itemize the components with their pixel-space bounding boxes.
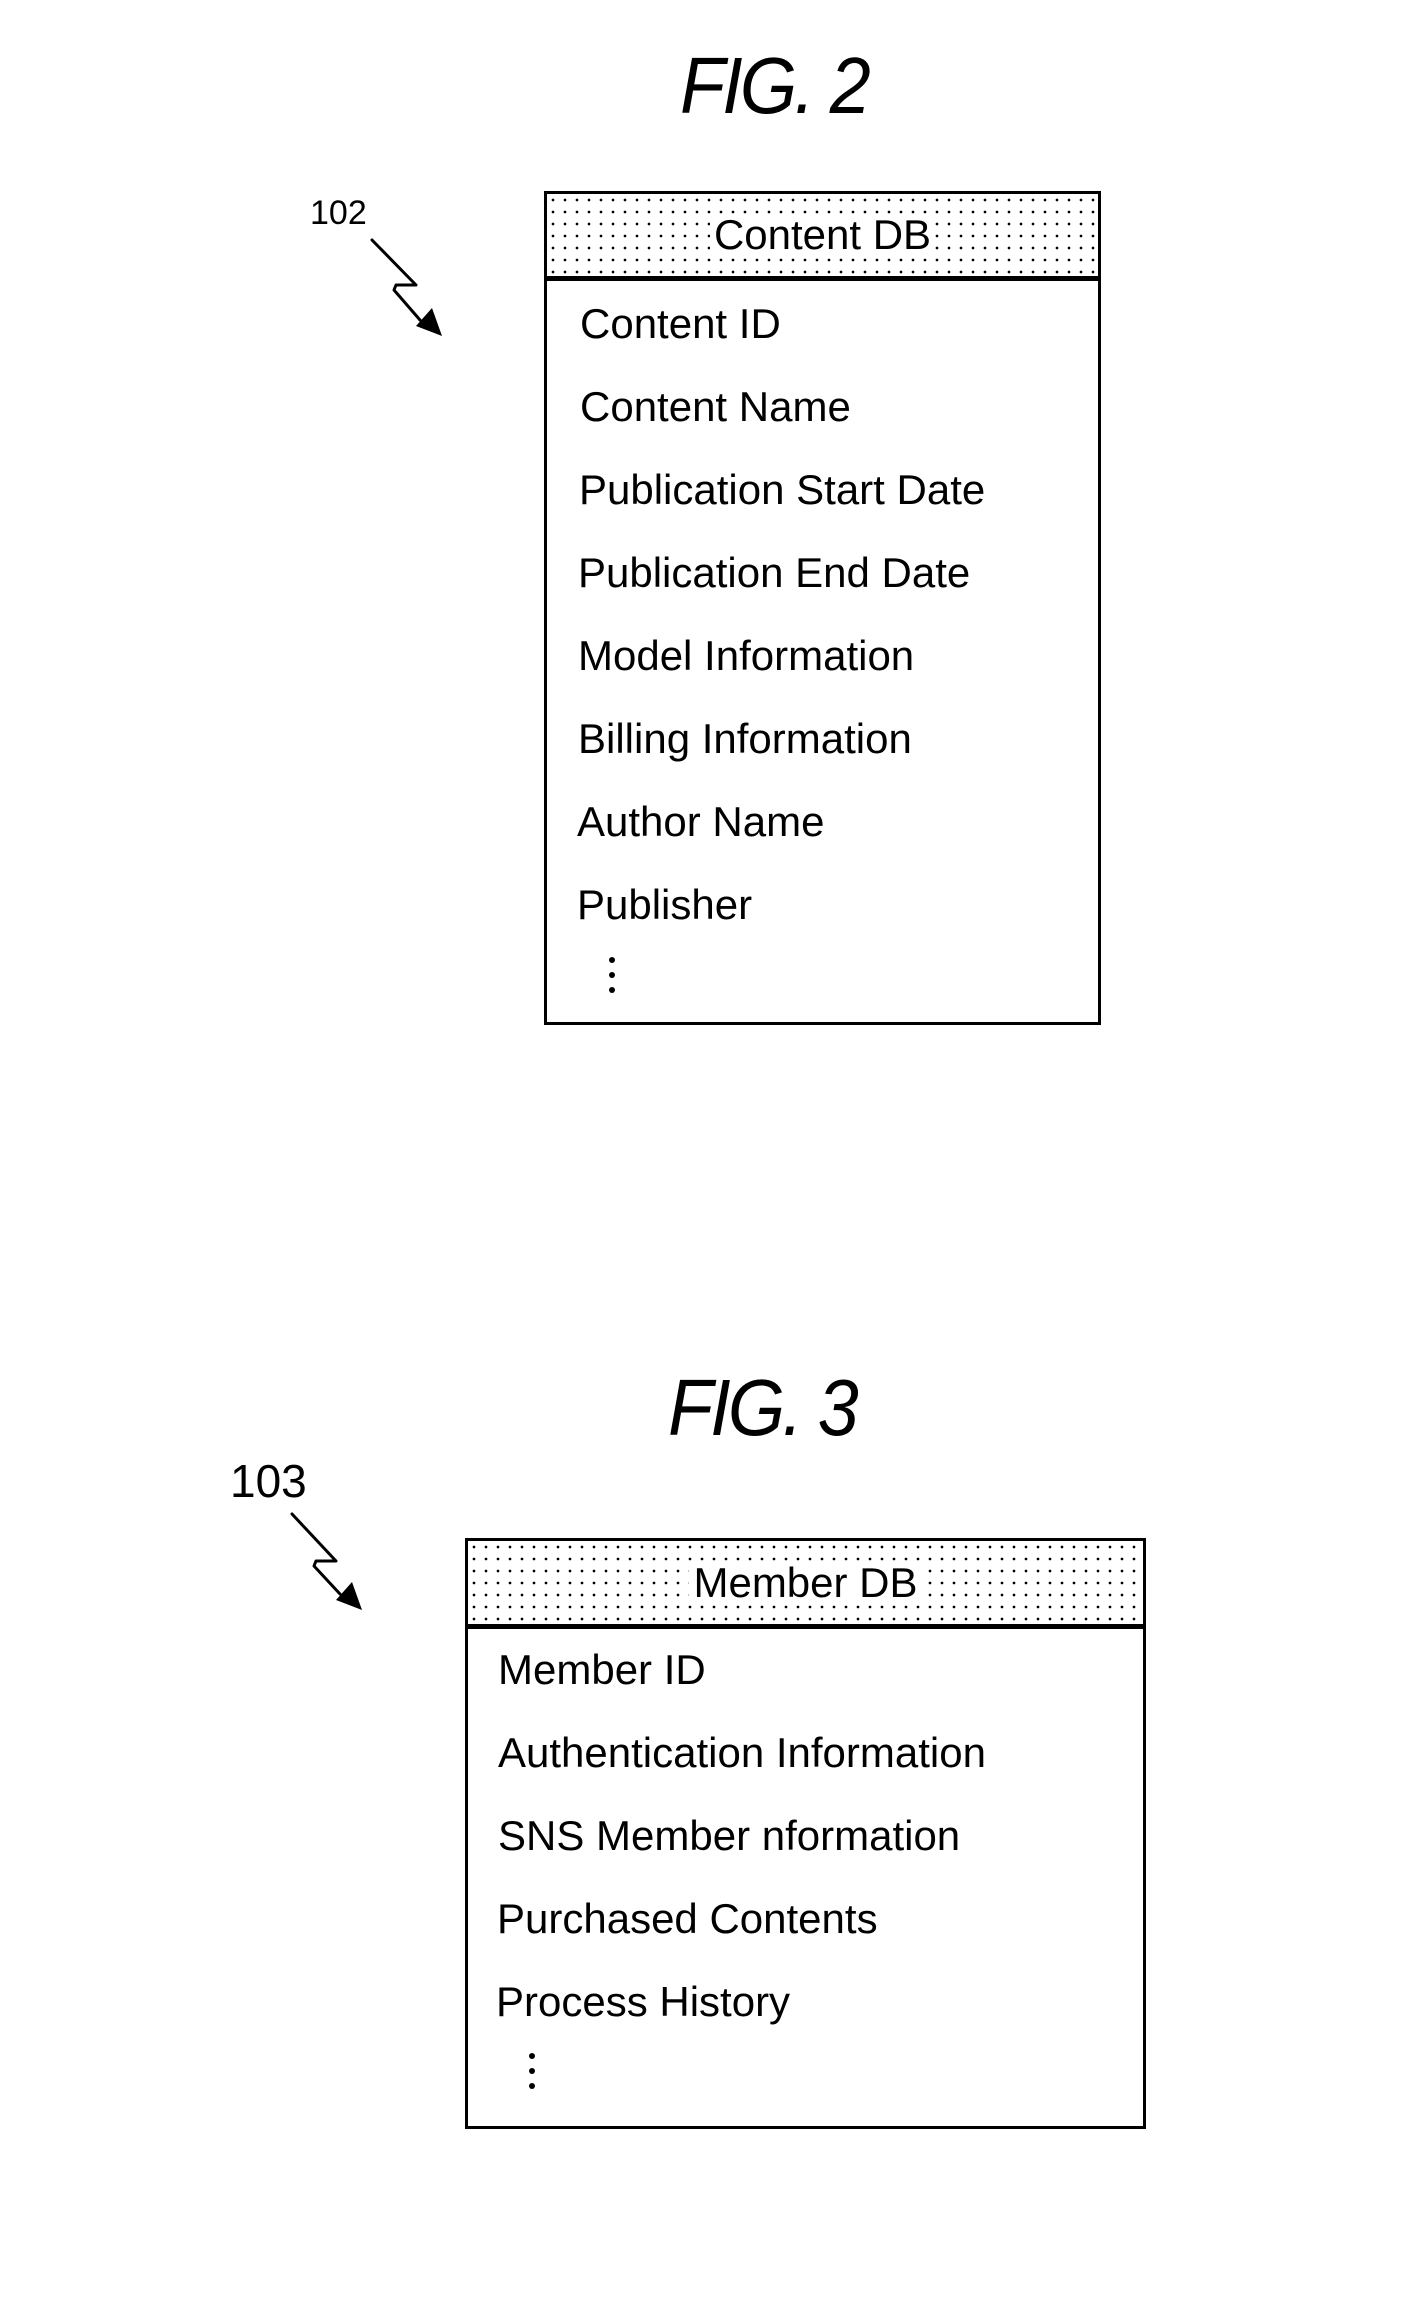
field-member-id: Member ID [498, 1646, 706, 1693]
field-purchased-contents: Purchased Contents [497, 1895, 878, 1942]
content-db-table: Content DB Content ID Content Name Publi… [544, 191, 1101, 1025]
field-billing-information: Billing Information [578, 715, 912, 762]
field-authentication-information: Authentication Information [498, 1729, 986, 1776]
field-author-name: Author Name [577, 798, 825, 845]
reference-numeral: 102 [310, 194, 367, 232]
field-content-id: Content ID [580, 300, 781, 347]
field-content-name: Content Name [580, 383, 851, 430]
content-db-title: Content DB [709, 214, 936, 256]
field-process-history: Process History [496, 1978, 791, 2025]
member-db-table: Member DB Member ID Authentication Infor… [465, 1538, 1146, 2129]
reference-arrow-icon [290, 1512, 362, 1610]
field-sns-member-information: SNS Member nformation [498, 1812, 961, 1859]
member-db-title: Member DB [689, 1561, 922, 1604]
reference-arrow-icon [370, 238, 442, 336]
vertical-ellipsis-icon [609, 957, 615, 1002]
member-db-header: Member DB [468, 1541, 1143, 1629]
field-model-information: Model Information [578, 632, 915, 679]
vertical-ellipsis-icon [529, 2053, 535, 2098]
field-publisher: Publisher [577, 881, 753, 928]
figure-title: FIG. 2 [680, 41, 871, 130]
field-publication-end-date: Publication End Date [578, 549, 971, 596]
reference-numeral: 103 [230, 1455, 307, 1507]
figure-title: FIG. 3 [668, 1363, 859, 1452]
field-publication-start-date: Publication Start Date [579, 466, 986, 513]
content-db-header: Content DB [547, 194, 1098, 281]
